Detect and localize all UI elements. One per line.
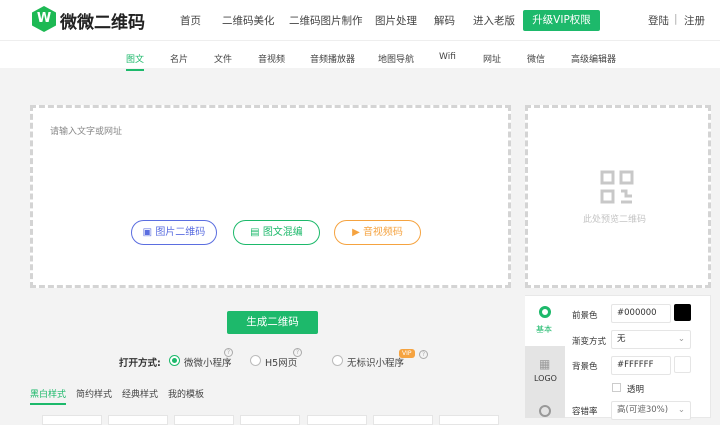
grid-icon: ▦ xyxy=(539,357,551,371)
gradient-select[interactable]: 无 ⌄ xyxy=(611,330,691,349)
chevron-down-icon: ⌄ xyxy=(677,405,685,415)
radio-unbranded[interactable] xyxy=(332,355,343,366)
mixed-content-button[interactable]: ▤ 图文混编 xyxy=(233,220,320,245)
logo-icon[interactable]: W xyxy=(32,6,56,32)
help-icon[interactable]: ? xyxy=(419,350,428,359)
tab-file[interactable]: 文件 xyxy=(214,52,232,65)
tab-advanced-editor[interactable]: 高级编辑器 xyxy=(571,52,616,65)
basic-label: 基本 xyxy=(536,325,552,334)
radio-h5-label[interactable]: H5网页 xyxy=(265,355,297,369)
register-link[interactable]: 注册 xyxy=(684,13,705,28)
tab-url[interactable]: 网址 xyxy=(483,52,501,65)
separator: | xyxy=(674,13,678,25)
tab-wechat[interactable]: 微信 xyxy=(527,52,545,65)
tab-classic-style[interactable]: 经典样式 xyxy=(122,387,158,400)
template-thumb[interactable] xyxy=(240,415,300,425)
tab-wifi[interactable]: Wifi xyxy=(439,52,456,62)
image-qr-button[interactable]: ▣ 图片二维码 xyxy=(131,220,217,245)
tab-card[interactable]: 名片 xyxy=(170,52,188,65)
nav-beautify[interactable]: 二维码美化 xyxy=(222,13,275,28)
transparent-checkbox[interactable] xyxy=(612,383,621,392)
gradient-value: 无 xyxy=(617,334,626,344)
nav-decode[interactable]: 解码 xyxy=(434,13,455,28)
help-icon[interactable]: ? xyxy=(293,348,302,357)
upgrade-vip-button[interactable]: 升级VIP权限 xyxy=(523,10,600,31)
fg-color-swatch[interactable] xyxy=(674,304,691,321)
settings-tab-basic[interactable]: 基本 xyxy=(525,296,565,346)
fg-color-label: 前景色 xyxy=(572,311,598,321)
logo-label: LOGO xyxy=(534,374,557,383)
radio-mini-program[interactable] xyxy=(169,355,180,366)
bg-color-swatch[interactable] xyxy=(674,356,691,373)
nav-image-qr[interactable]: 二维码图片制作 xyxy=(289,13,363,28)
radio-h5[interactable] xyxy=(250,355,261,366)
nav-old-version[interactable]: 进入老版 xyxy=(473,13,515,28)
fg-color-input[interactable]: #000000 xyxy=(611,304,671,323)
ecc-select[interactable]: 高(可遮30%) ⌄ xyxy=(611,401,691,420)
image-icon: ▣ xyxy=(142,227,156,238)
gradient-label: 渐变方式 xyxy=(572,337,607,347)
radio-mini-program-label[interactable]: 微微小程序 xyxy=(184,355,232,369)
generate-qr-button[interactable]: 生成二维码 xyxy=(227,311,318,334)
transparent-label: 透明 xyxy=(627,385,645,395)
chevron-down-icon: ⌄ xyxy=(677,334,685,344)
bg-color-label: 背景色 xyxy=(572,362,598,372)
template-thumb[interactable] xyxy=(373,415,433,425)
mixed-content-label: 图文混编 xyxy=(262,227,303,238)
tab-text[interactable]: 图文 xyxy=(126,52,145,71)
template-thumb[interactable] xyxy=(108,415,168,425)
vip-badge: VIP xyxy=(399,349,415,358)
open-mode-label: 打开方式: xyxy=(119,358,161,369)
av-qr-label: 音视频码 xyxy=(362,227,403,238)
gear-icon xyxy=(539,306,551,318)
video-icon: ▶ xyxy=(352,227,363,238)
qr-preview: 此处预览二维码 xyxy=(525,105,711,288)
nav-image-process[interactable]: 图片处理 xyxy=(375,13,417,28)
ecc-value: 高(可遮30%) xyxy=(617,405,669,415)
top-header: W 微微二维码 首页 二维码美化 二维码图片制作 图片处理 解码 进入老版 升级… xyxy=(0,0,720,40)
radio-unbranded-label[interactable]: 无标识小程序 xyxy=(347,355,404,369)
tab-bw-style[interactable]: 黑白样式 xyxy=(30,387,67,405)
editor-placeholder: 请输入文字或网址 xyxy=(50,127,123,137)
tab-map[interactable]: 地图导航 xyxy=(378,52,414,65)
ecc-label: 容错率 xyxy=(572,407,598,417)
image-qr-label: 图片二维码 xyxy=(155,227,206,238)
tab-simple-style[interactable]: 简约样式 xyxy=(76,387,112,400)
category-nav: 图文 名片 文件 音视频 音频播放器 地图导航 Wifi 网址 微信 高级编辑器 xyxy=(0,40,720,71)
settings-tab-logo[interactable]: ▦ LOGO xyxy=(525,346,565,418)
login-link[interactable]: 登陆 xyxy=(648,13,669,28)
av-qr-button[interactable]: ▶ 音视频码 xyxy=(334,220,421,245)
template-thumb[interactable] xyxy=(307,415,367,425)
preview-placeholder: 此处预览二维码 xyxy=(583,215,647,225)
help-icon[interactable]: ? xyxy=(224,348,233,357)
target-icon xyxy=(539,405,551,417)
bg-color-input[interactable]: #FFFFFF xyxy=(611,356,671,375)
template-thumb[interactable] xyxy=(174,415,234,425)
logo-text[interactable]: 微微二维码 xyxy=(60,8,145,33)
tab-audio-player[interactable]: 音频播放器 xyxy=(310,52,355,65)
tab-my-templates[interactable]: 我的模板 xyxy=(168,387,204,400)
doc-icon: ▤ xyxy=(250,227,263,238)
nav-home[interactable]: 首页 xyxy=(180,13,201,28)
content-editor[interactable]: 请输入文字或网址 xyxy=(30,105,511,288)
template-thumb[interactable] xyxy=(42,415,102,425)
qr-placeholder-icon xyxy=(600,170,634,204)
template-thumb[interactable] xyxy=(439,415,499,425)
tab-av[interactable]: 音视频 xyxy=(258,52,285,65)
